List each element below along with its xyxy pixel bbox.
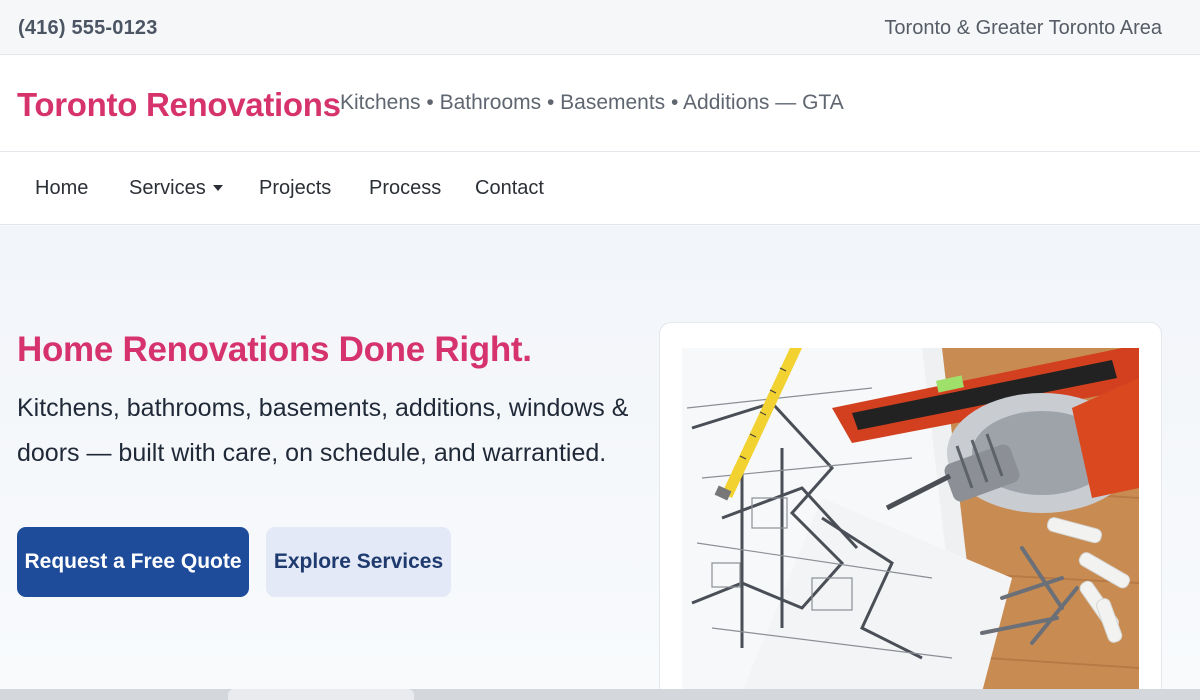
hero-image-card <box>659 322 1162 700</box>
nav-home[interactable]: Home <box>35 177 88 200</box>
renovation-tools-photo <box>682 348 1139 692</box>
bottom-scroll-area <box>0 689 1200 700</box>
chevron-down-icon <box>212 184 223 191</box>
bottom-tab-handle[interactable] <box>228 689 414 700</box>
main-nav: Home Services Projects Process Contact <box>0 152 1200 225</box>
hero-section: Home Renovations Done Right. Kitchens, b… <box>0 226 1200 700</box>
service-area: Toronto & Greater Toronto Area <box>884 17 1162 39</box>
explore-services-button[interactable]: Explore Services <box>266 527 451 597</box>
nav-process[interactable]: Process <box>369 177 441 200</box>
top-contact-bar: (416) 555-0123 Toronto & Greater Toronto… <box>0 0 1200 55</box>
nav-projects[interactable]: Projects <box>259 177 331 200</box>
hero-subtitle: Kitchens, bathrooms, basements, addition… <box>17 394 629 467</box>
nav-services-label: Services <box>129 177 206 199</box>
nav-services[interactable]: Services <box>129 177 223 200</box>
request-quote-button[interactable]: Request a Free Quote <box>17 527 249 597</box>
brand-tagline: Kitchens • Bathrooms • Basements • Addit… <box>340 91 844 114</box>
site-header: Toronto Renovations Kitchens • Bathrooms… <box>0 55 1200 152</box>
phone-number[interactable]: (416) 555-0123 <box>18 17 158 40</box>
brand-logo[interactable]: Toronto Renovations <box>17 86 341 124</box>
nav-contact[interactable]: Contact <box>475 177 544 200</box>
hero-title: Home Renovations Done Right. <box>17 330 532 369</box>
